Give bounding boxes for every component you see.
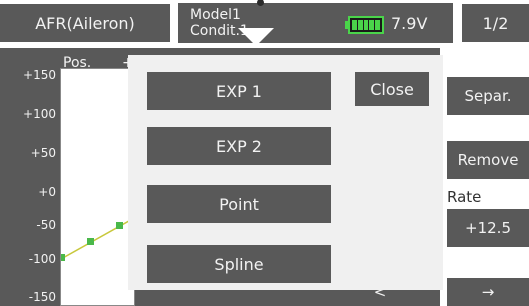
exp2-label: EXP 2	[216, 136, 262, 156]
exp1-label: EXP 1	[216, 81, 262, 101]
remove-button[interactable]: Remove	[447, 141, 529, 179]
y-tick: -50	[36, 218, 56, 232]
curve-point[interactable]	[87, 238, 94, 245]
curve-line	[61, 217, 134, 260]
y-tick: -150	[28, 290, 56, 304]
separate-button[interactable]: Separ.	[447, 77, 529, 115]
remove-label: Remove	[457, 151, 519, 169]
y-tick: -100	[28, 252, 56, 266]
condition-dropdown-arrow-icon[interactable]	[238, 28, 274, 46]
page-indicator: 1/2	[482, 13, 509, 33]
model-name: Model1	[190, 7, 241, 23]
spline-label: Spline	[214, 254, 264, 274]
spline-button[interactable]: Spline	[147, 245, 331, 283]
y-tick: +150	[23, 68, 56, 82]
separate-label: Separ.	[464, 87, 512, 105]
page-indicator-button[interactable]: 1/2	[462, 4, 529, 42]
battery-voltage: 7.9V	[391, 14, 428, 33]
y-tick: +0	[38, 185, 56, 199]
close-button[interactable]: Close	[355, 72, 429, 106]
exp2-button[interactable]: EXP 2	[147, 127, 331, 165]
y-tick: +100	[23, 107, 56, 121]
next-page-button[interactable]: →	[447, 278, 529, 306]
exp1-button[interactable]: EXP 1	[147, 72, 331, 110]
function-title: AFR(Aileron)	[35, 13, 135, 33]
curve-point[interactable]	[116, 222, 123, 229]
next-page-label: →	[481, 283, 495, 301]
rate-label: Rate	[447, 188, 482, 206]
battery-status: 7.9V	[328, 3, 453, 43]
top-bar: AFR(Aileron) Model1 Condit.1 7.9V 1/2	[0, 0, 529, 46]
curve-type-menu: EXP 1 Close EXP 2 Point Spline	[128, 55, 443, 290]
curve-graph[interactable]	[60, 68, 135, 306]
rate-value: +12.5	[465, 219, 511, 237]
point-label: Point	[219, 194, 259, 214]
curve-svg	[61, 217, 134, 261]
rate-value-button[interactable]: +12.5	[447, 209, 529, 247]
y-tick: +50	[30, 146, 56, 160]
battery-icon	[345, 16, 385, 34]
function-title-button[interactable]: AFR(Aileron)	[0, 4, 170, 42]
close-label: Close	[370, 79, 414, 99]
y-axis-labels: +150 +100 +50 +0 -50 -100 -150	[0, 48, 60, 306]
curve-point[interactable]	[61, 254, 65, 261]
point-button[interactable]: Point	[147, 185, 331, 223]
